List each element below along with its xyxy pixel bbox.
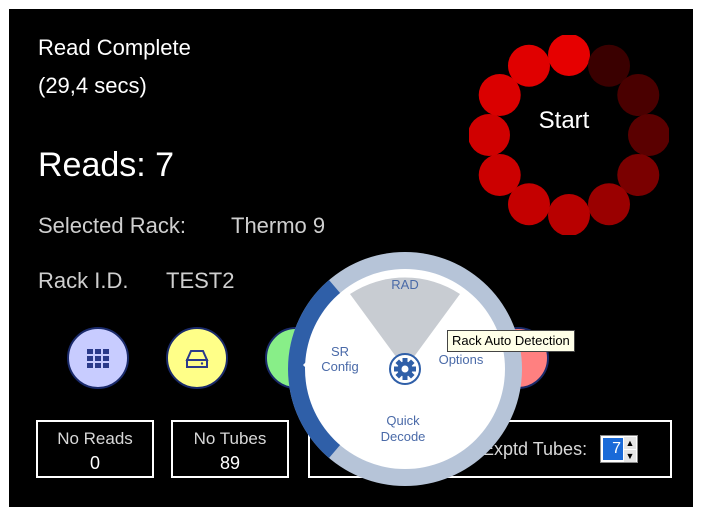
spinner-dot: [588, 183, 630, 226]
grid-icon: [87, 349, 109, 368]
selected-rack-value: Thermo 9: [231, 213, 326, 238]
no-tubes-label: No Tubes: [193, 429, 267, 448]
selected-rack-label: Selected Rack:: [38, 213, 186, 238]
start-button[interactable]: Start: [499, 107, 629, 135]
start-spinner[interactable]: [469, 35, 669, 235]
quick-decode-line2: Decode: [380, 429, 426, 444]
no-reads-counter: No Reads 0: [36, 420, 154, 478]
stepper-down-icon[interactable]: ▼: [624, 450, 636, 462]
rack-id-label: Rack I.D.: [38, 268, 129, 293]
no-tubes-counter: No Tubes 89: [171, 420, 289, 478]
gear-icon[interactable]: [389, 353, 421, 385]
spinner-dot: [628, 114, 669, 156]
sr-config-item[interactable]: SR Config: [315, 344, 365, 374]
quick-decode-line1: Quick: [386, 413, 420, 428]
no-tubes-value: 89: [219, 453, 241, 473]
tooltip: Rack Auto Detection: [447, 330, 575, 352]
spinner-dot: [548, 194, 590, 235]
status-title: Read Complete: [38, 35, 191, 60]
status-duration: (29,4 secs): [38, 73, 147, 98]
spinner-dot: [478, 154, 521, 196]
spinner-dot: [548, 35, 590, 76]
scanner-button[interactable]: [166, 327, 228, 389]
drive-icon: [185, 350, 209, 368]
no-reads-value: 0: [89, 453, 100, 473]
sr-config-line2: Config: [321, 359, 359, 374]
sr-config-line1: SR: [330, 344, 350, 359]
expected-tubes-stepper[interactable]: 7 ▲ ▼: [600, 435, 638, 463]
rack-id-value: TEST2: [166, 268, 235, 293]
no-reads-label: No Reads: [57, 429, 133, 448]
quick-decode-item[interactable]: Quick Decode: [373, 413, 433, 445]
app-window: Read Complete (29,4 secs) Reads: 7 Selec…: [9, 9, 693, 507]
spinner-dot: [508, 44, 550, 87]
options-item[interactable]: Options: [431, 352, 491, 367]
rack-layout-button[interactable]: [67, 327, 129, 389]
expected-tubes-value[interactable]: 7: [603, 438, 623, 460]
rad-label[interactable]: RAD: [375, 277, 435, 292]
stepper-up-icon[interactable]: ▲: [624, 437, 636, 449]
reads-count: Reads: 7: [38, 146, 175, 184]
